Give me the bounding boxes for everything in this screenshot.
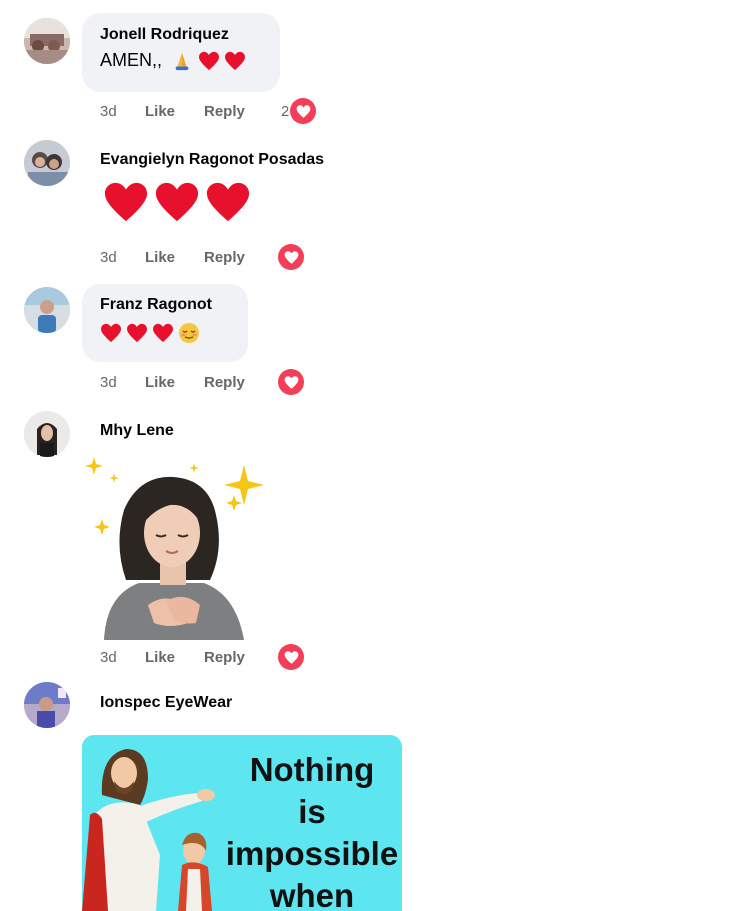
comment-bubble: Franz Ragonot <box>82 284 248 362</box>
like-button[interactable]: Like <box>145 249 204 266</box>
comment-author[interactable]: Franz Ragonot <box>100 296 230 314</box>
image-caption-line: is <box>298 793 326 830</box>
reply-button[interactable]: Reply <box>204 374 245 391</box>
reply-button[interactable]: Reply <box>204 103 245 120</box>
comment-emoji-row <box>100 322 230 344</box>
love-reaction-icon <box>278 369 304 395</box>
image-caption-line: when <box>269 877 355 911</box>
red-heart-icon <box>205 180 251 224</box>
red-heart-icon <box>198 51 220 71</box>
red-heart-icon <box>224 51 246 71</box>
image-caption-line: impossible <box>225 835 399 872</box>
comment-actions: 3d Like Reply <box>100 370 245 394</box>
comment-author[interactable]: Evangielyn Ragonot Posadas <box>100 151 324 169</box>
image-caption-line: Nothing <box>249 751 375 788</box>
reaction-summary[interactable] <box>278 369 304 395</box>
like-button[interactable]: Like <box>145 649 204 666</box>
comment-bubble: Jonell Rodriquez AMEN,, <box>82 13 280 92</box>
comment-actions: 3d Like Reply <box>100 99 245 123</box>
reaction-summary[interactable] <box>278 644 304 670</box>
love-reaction-icon <box>278 644 304 670</box>
comment-author[interactable]: Ionspec EyeWear <box>100 694 232 712</box>
red-heart-icon <box>103 180 149 224</box>
avatar[interactable] <box>24 682 70 728</box>
reply-button[interactable]: Reply <box>204 649 245 666</box>
love-reaction-icon <box>278 244 304 270</box>
love-reaction-icon <box>290 98 317 124</box>
reaction-summary[interactable]: 2 <box>281 98 317 124</box>
image-caption: Nothing is impossible when <box>222 749 402 911</box>
relieved-face-icon <box>178 322 200 344</box>
comment-time[interactable]: 3d <box>100 649 145 666</box>
comment-author[interactable]: Mhy Lene <box>100 422 174 440</box>
like-button[interactable]: Like <box>145 374 204 391</box>
comment-text: AMEN,, <box>100 50 163 70</box>
avatar[interactable] <box>24 411 70 457</box>
reaction-summary[interactable] <box>278 244 304 270</box>
avatar[interactable] <box>24 18 70 64</box>
jesus-illustration <box>82 749 215 911</box>
reaction-count: 2 <box>281 102 290 120</box>
comment-author[interactable]: Jonell Rodriquez <box>100 26 262 44</box>
avatar-sticker[interactable] <box>84 455 264 640</box>
comment-actions: 3d Like Reply <box>100 245 245 269</box>
comment-time[interactable]: 3d <box>100 249 145 266</box>
red-heart-icon <box>126 323 148 343</box>
comment-time[interactable]: 3d <box>100 103 145 120</box>
avatar[interactable] <box>24 140 70 186</box>
folded-hands-icon <box>171 51 193 71</box>
comment-text-row: AMEN,, <box>100 49 262 71</box>
comment-time[interactable]: 3d <box>100 374 145 391</box>
comment-emoji-row <box>103 180 256 229</box>
reply-button[interactable]: Reply <box>204 249 245 266</box>
comment-image[interactable]: Nothing is impossible when <box>82 735 402 911</box>
red-heart-icon <box>154 180 200 224</box>
avatar[interactable] <box>24 287 70 333</box>
red-heart-icon <box>152 323 174 343</box>
comment-actions: 3d Like Reply <box>100 645 245 669</box>
like-button[interactable]: Like <box>145 103 204 120</box>
red-heart-icon <box>100 323 122 343</box>
